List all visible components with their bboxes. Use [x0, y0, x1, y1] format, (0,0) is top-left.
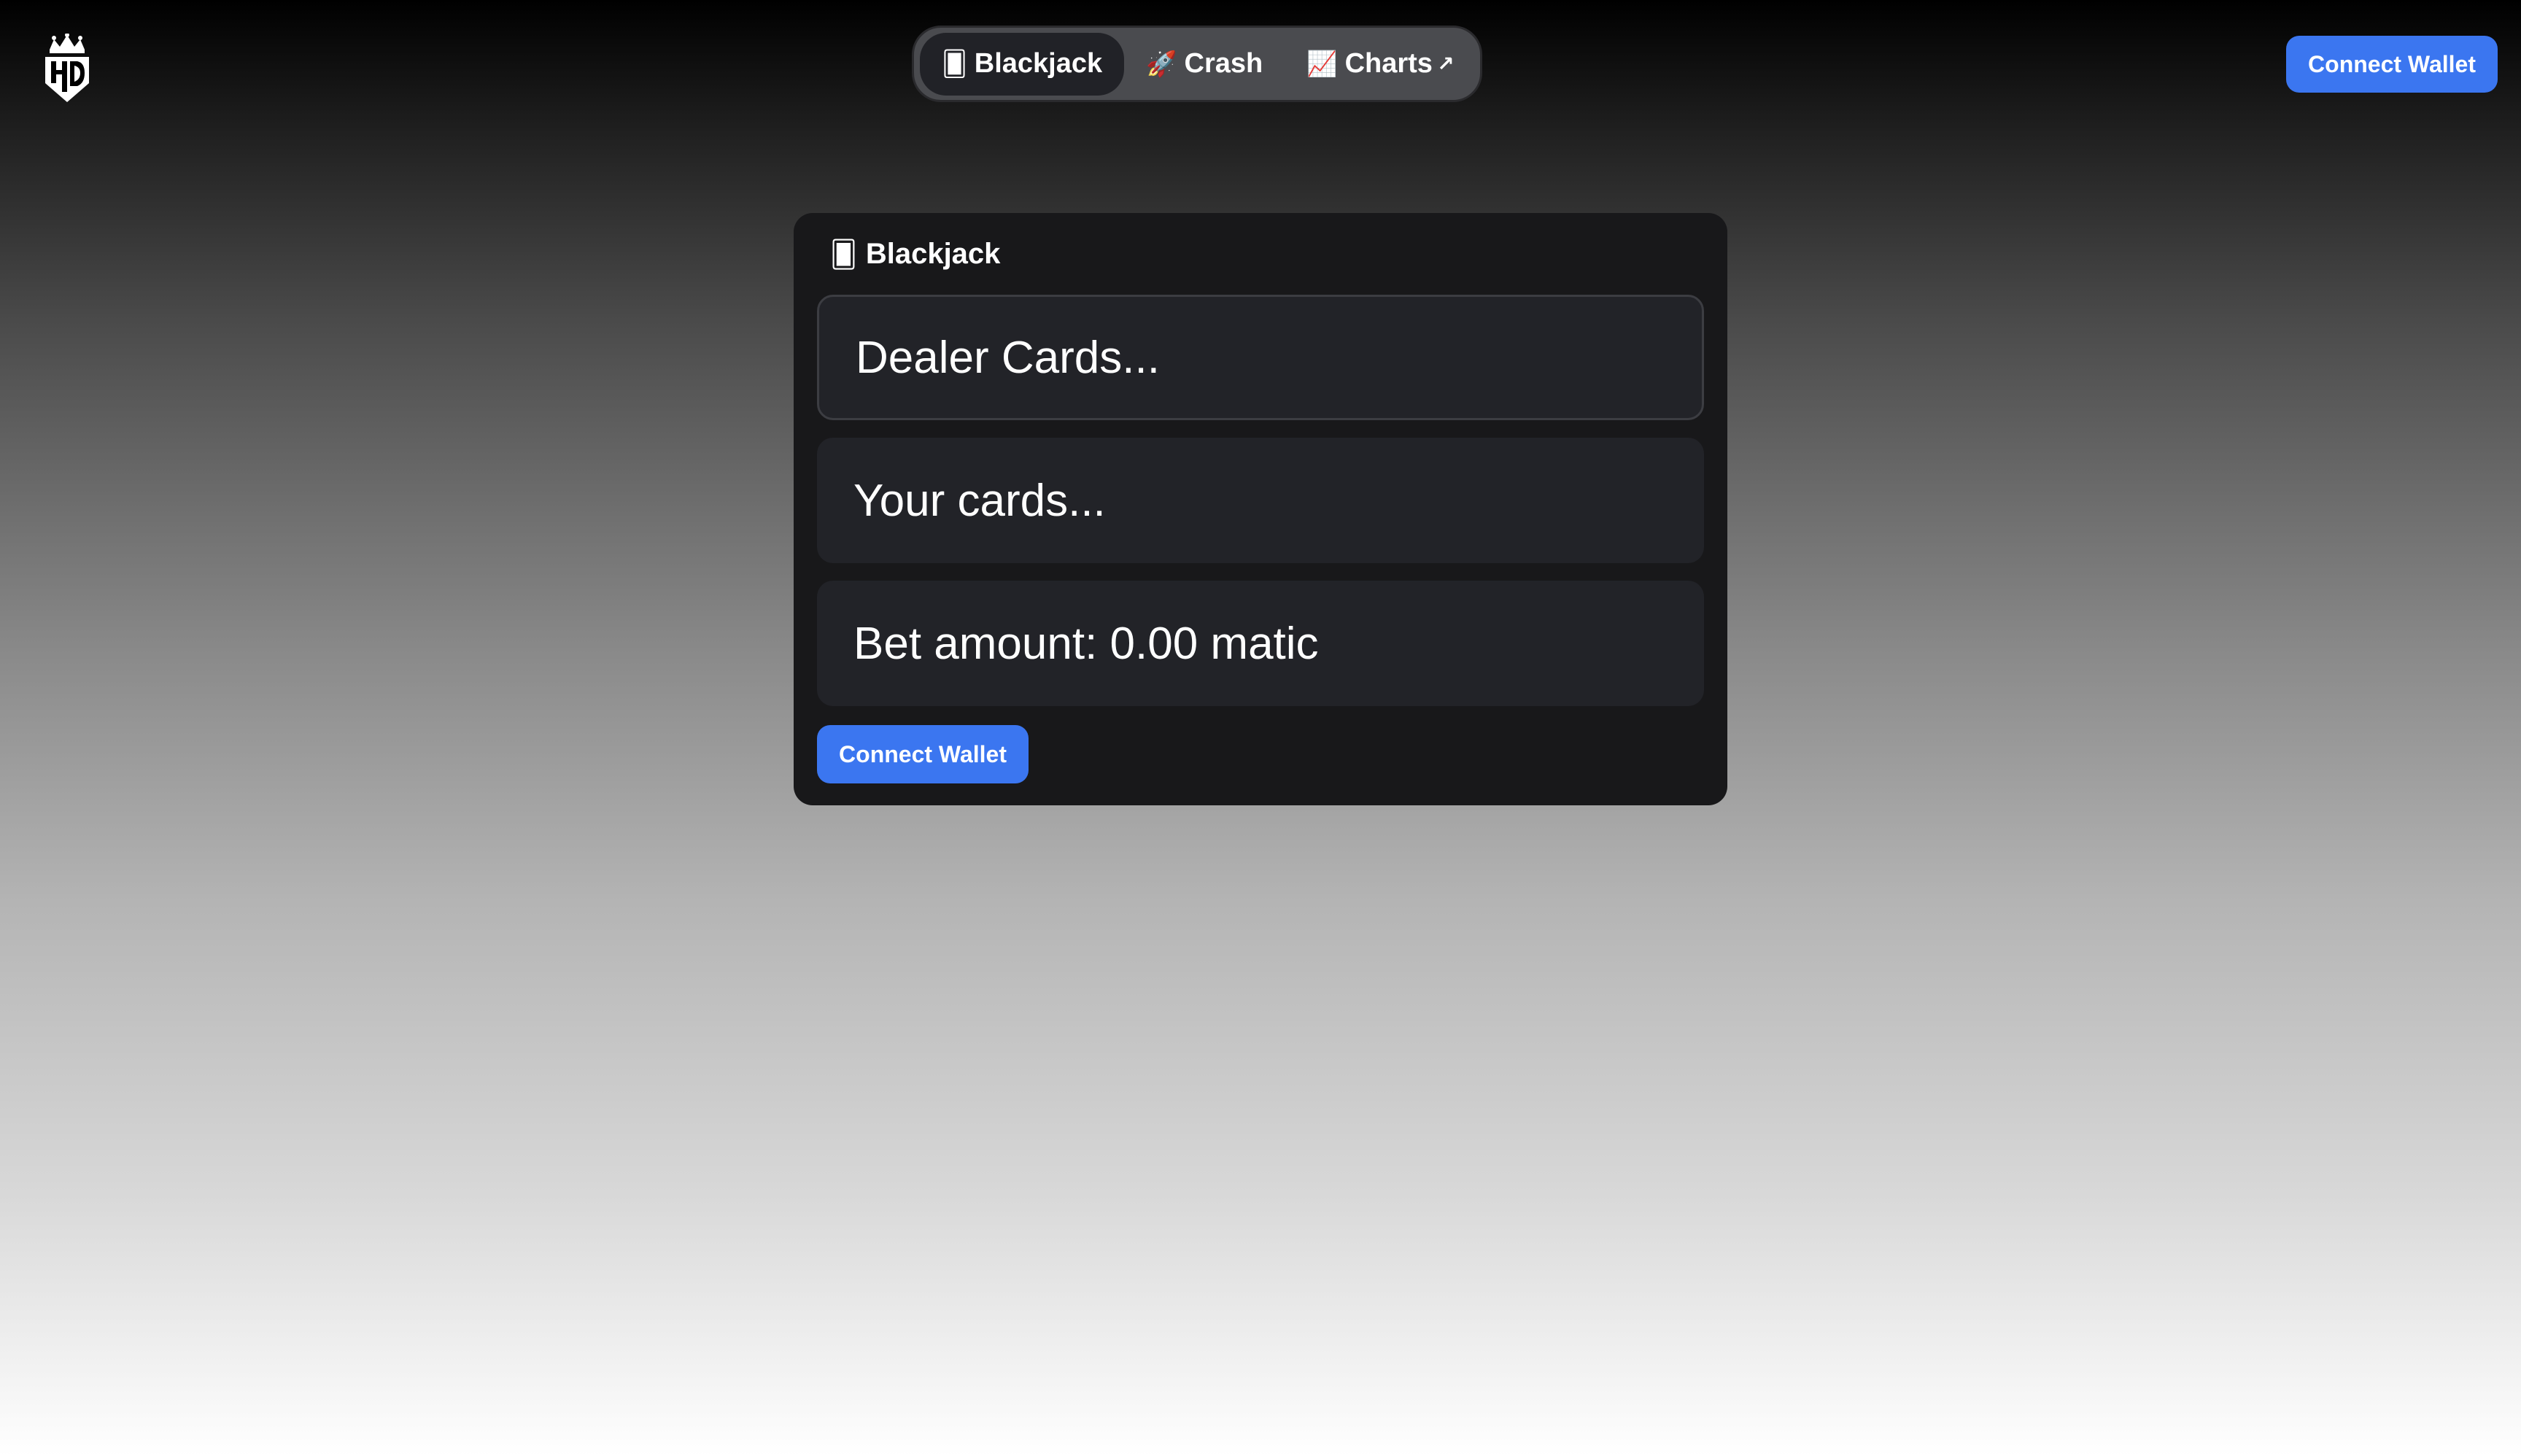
tab-blackjack-label: Blackjack	[974, 48, 1103, 79]
rocket-icon: 🚀	[1146, 50, 1177, 78]
top-header: 🂠 Blackjack 🚀 Crash 📈 Charts ↗ Connect W…	[0, 0, 2521, 128]
tab-charts-label: Charts	[1344, 48, 1433, 79]
chart-increasing-icon: 📈	[1306, 50, 1338, 78]
game-card-title-text: Blackjack	[865, 238, 1001, 270]
tab-charts[interactable]: 📈 Charts ↗	[1285, 33, 1476, 96]
connect-wallet-button-header[interactable]: Connect Wallet	[2286, 36, 2498, 93]
tab-crash[interactable]: 🚀 Crash	[1124, 33, 1285, 96]
tab-crash-label: Crash	[1184, 48, 1263, 79]
blackjack-game-card: 🂠 Blackjack Dealer Cards... Your cards..…	[794, 213, 1727, 805]
your-cards-field: Your cards...	[817, 438, 1704, 563]
crown-shield-logo-icon[interactable]	[42, 34, 92, 104]
playing-card-icon: 🂠	[830, 239, 857, 269]
connect-wallet-button[interactable]: Connect Wallet	[817, 725, 1029, 783]
dealer-cards-field: Dealer Cards...	[817, 295, 1704, 420]
playing-card-icon: 🂠	[942, 50, 967, 78]
tab-blackjack[interactable]: 🂠 Blackjack	[920, 32, 1125, 96]
game-tab-bar: 🂠 Blackjack 🚀 Crash 📈 Charts ↗	[912, 26, 1482, 102]
external-link-icon: ↗	[1436, 53, 1455, 75]
bet-amount-field[interactable]: Bet amount: 0.00 matic	[817, 581, 1704, 706]
game-card-title: 🂠 Blackjack	[830, 238, 1000, 271]
